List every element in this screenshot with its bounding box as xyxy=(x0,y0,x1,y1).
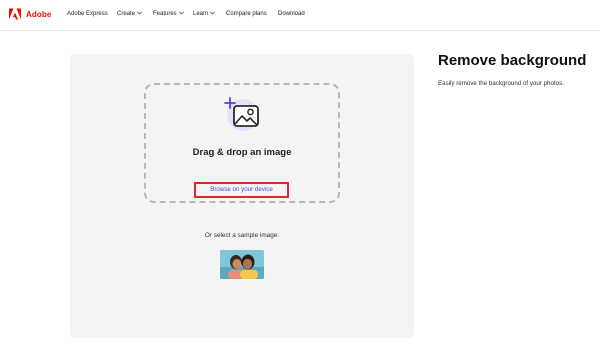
browse-device-link[interactable]: Browse on your device xyxy=(196,184,287,196)
nav-download[interactable]: Download xyxy=(278,11,305,17)
sample-label: Or select a sample image: xyxy=(204,232,280,239)
sample-image-thumbnail[interactable] xyxy=(220,250,264,279)
sample-photo-icon xyxy=(220,250,264,279)
nav-adobe-express[interactable]: Adobe Express xyxy=(67,11,108,17)
adobe-logo-icon xyxy=(9,8,21,20)
nav-compare-plans[interactable]: Compare plans xyxy=(226,11,267,17)
page-title: Remove background xyxy=(438,52,587,69)
chevron-down-icon xyxy=(178,11,184,15)
adobe-brand[interactable]: Adobe xyxy=(9,8,51,20)
page-subtitle: Easily remove the background of your pho… xyxy=(438,80,564,87)
brand-name: Adobe xyxy=(26,9,52,19)
chevron-down-icon xyxy=(210,11,216,15)
upload-panel: Drag & drop an image Browse on your devi… xyxy=(70,54,414,338)
drag-drop-title: Drag & drop an image xyxy=(192,147,292,158)
nav-learn[interactable]: Learn xyxy=(193,11,216,17)
chevron-down-icon xyxy=(137,11,142,15)
add-image-icon xyxy=(224,97,259,131)
nav-features[interactable]: Features xyxy=(153,11,184,17)
nav-create[interactable]: Create xyxy=(117,11,142,17)
browse-highlight[interactable]: Browse on your device xyxy=(194,182,289,198)
top-navigation: Adobe Adobe Express Create Features Lear… xyxy=(0,0,600,31)
